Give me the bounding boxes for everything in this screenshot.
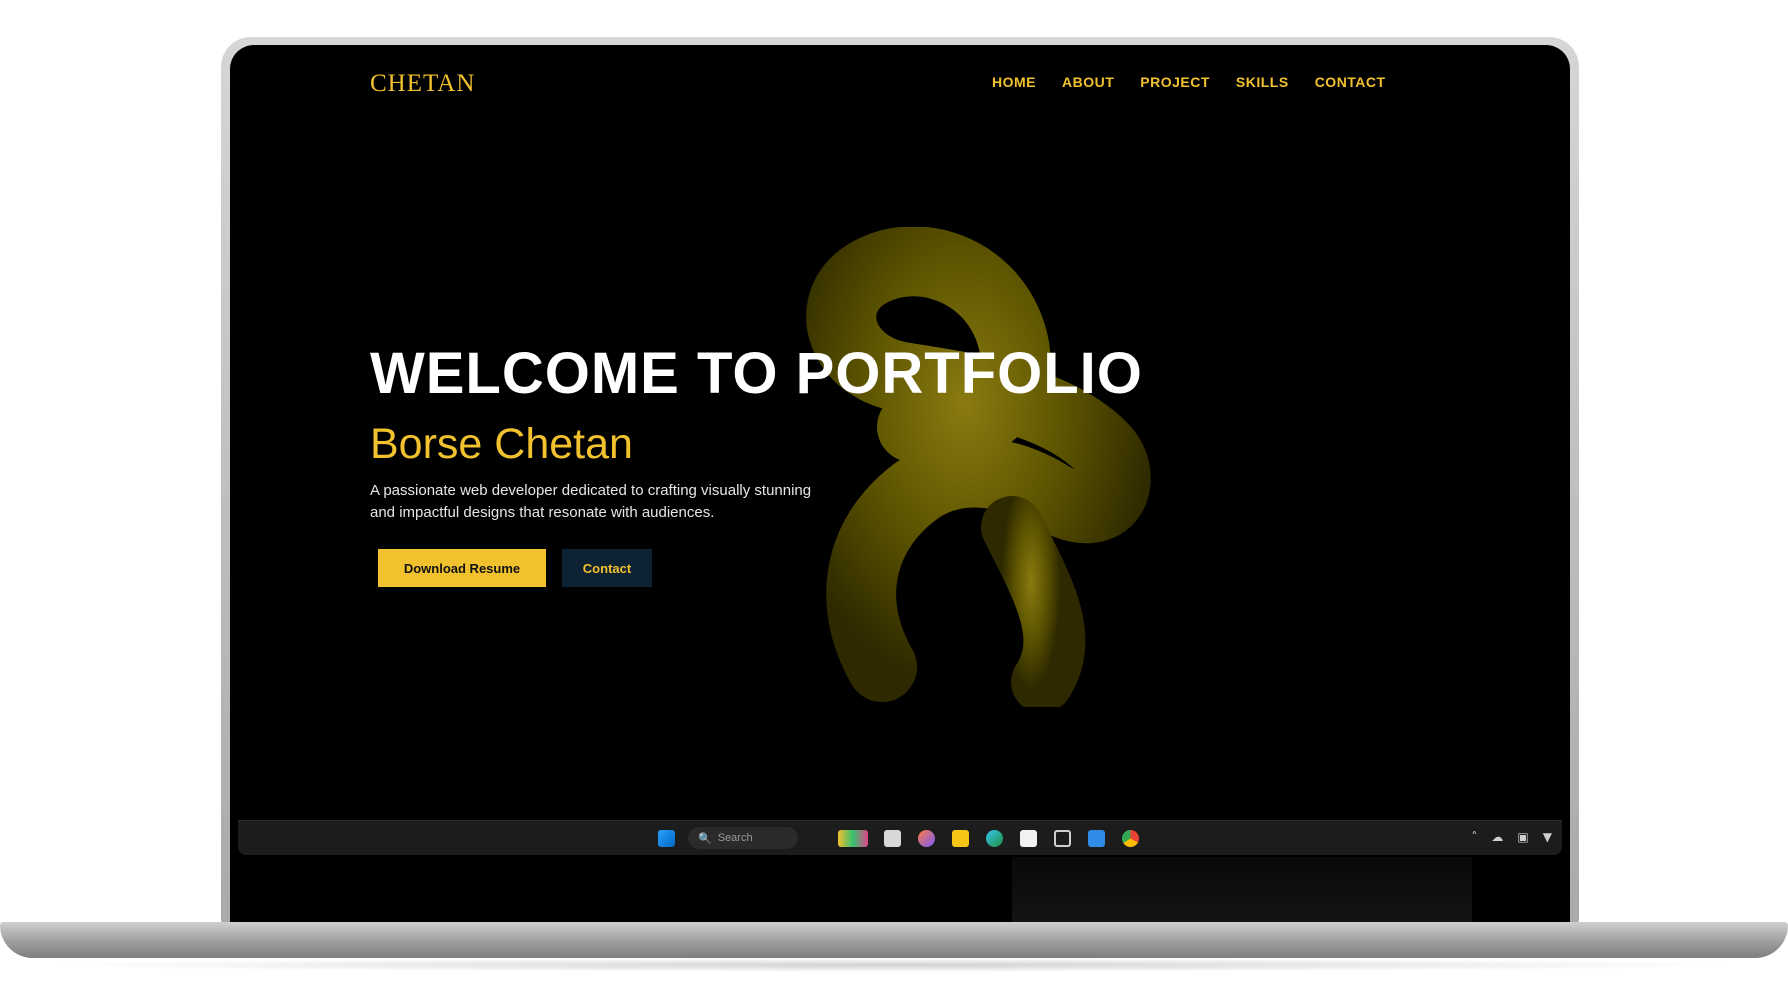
windows-start-icon[interactable] <box>658 830 675 847</box>
nav-item-skills[interactable]: SKILLS <box>1236 74 1289 90</box>
notification-icon[interactable]: ▣ <box>1517 830 1528 844</box>
laptop-shadow <box>40 958 1748 972</box>
file-icon[interactable] <box>884 830 901 847</box>
hero-3d-knot-graphic <box>806 227 1151 707</box>
contact-button[interactable]: Contact <box>562 549 652 587</box>
windows-taskbar: 🔍 Search ˄ ☁ ▣ ▼ <box>238 820 1562 855</box>
wifi-icon[interactable]: ▼ <box>1543 830 1552 844</box>
site-navigation: HOME ABOUT PROJECT SKILLS CONTACT <box>992 74 1386 90</box>
system-tray: ˄ ☁ ▣ ▼ <box>1471 830 1552 844</box>
edge-icon[interactable] <box>986 830 1003 847</box>
taskbar-search-placeholder: Search <box>717 832 753 844</box>
widgets-icon[interactable] <box>838 830 868 847</box>
hero-description: A passionate web developer dedicated to … <box>370 482 812 521</box>
nav-item-project[interactable]: PROJECT <box>1140 74 1210 90</box>
folder-icon[interactable] <box>952 830 969 847</box>
hero-title: WELCOME TO PORTFOLIO <box>370 341 1143 406</box>
nav-item-contact[interactable]: CONTACT <box>1315 74 1386 90</box>
search-icon: 🔍 <box>698 832 712 845</box>
nav-item-about[interactable]: ABOUT <box>1062 74 1114 90</box>
laptop-base <box>0 922 1788 958</box>
store-icon[interactable] <box>1020 830 1037 847</box>
site-brand-logo[interactable]: CHETAN <box>370 70 475 98</box>
cloud-icon[interactable]: ☁ <box>1491 830 1503 844</box>
nav-item-home[interactable]: HOME <box>992 74 1036 90</box>
laptop-screen: CHETAN HOME ABOUT PROJECT SKILLS CONTACT… <box>232 47 1568 922</box>
hero-name: Borse Chetan <box>370 420 633 468</box>
snip-icon[interactable] <box>1054 830 1071 847</box>
chrome-icon[interactable] <box>1122 830 1139 847</box>
vscode-icon[interactable] <box>1088 830 1105 847</box>
chevron-up-icon[interactable]: ˄ <box>1471 830 1477 844</box>
taskbar-search-box[interactable]: 🔍 Search <box>688 827 798 849</box>
copilot-icon[interactable] <box>918 830 935 847</box>
keyboard-reflection <box>1012 857 1472 922</box>
download-resume-button[interactable]: Download Resume <box>378 549 546 587</box>
